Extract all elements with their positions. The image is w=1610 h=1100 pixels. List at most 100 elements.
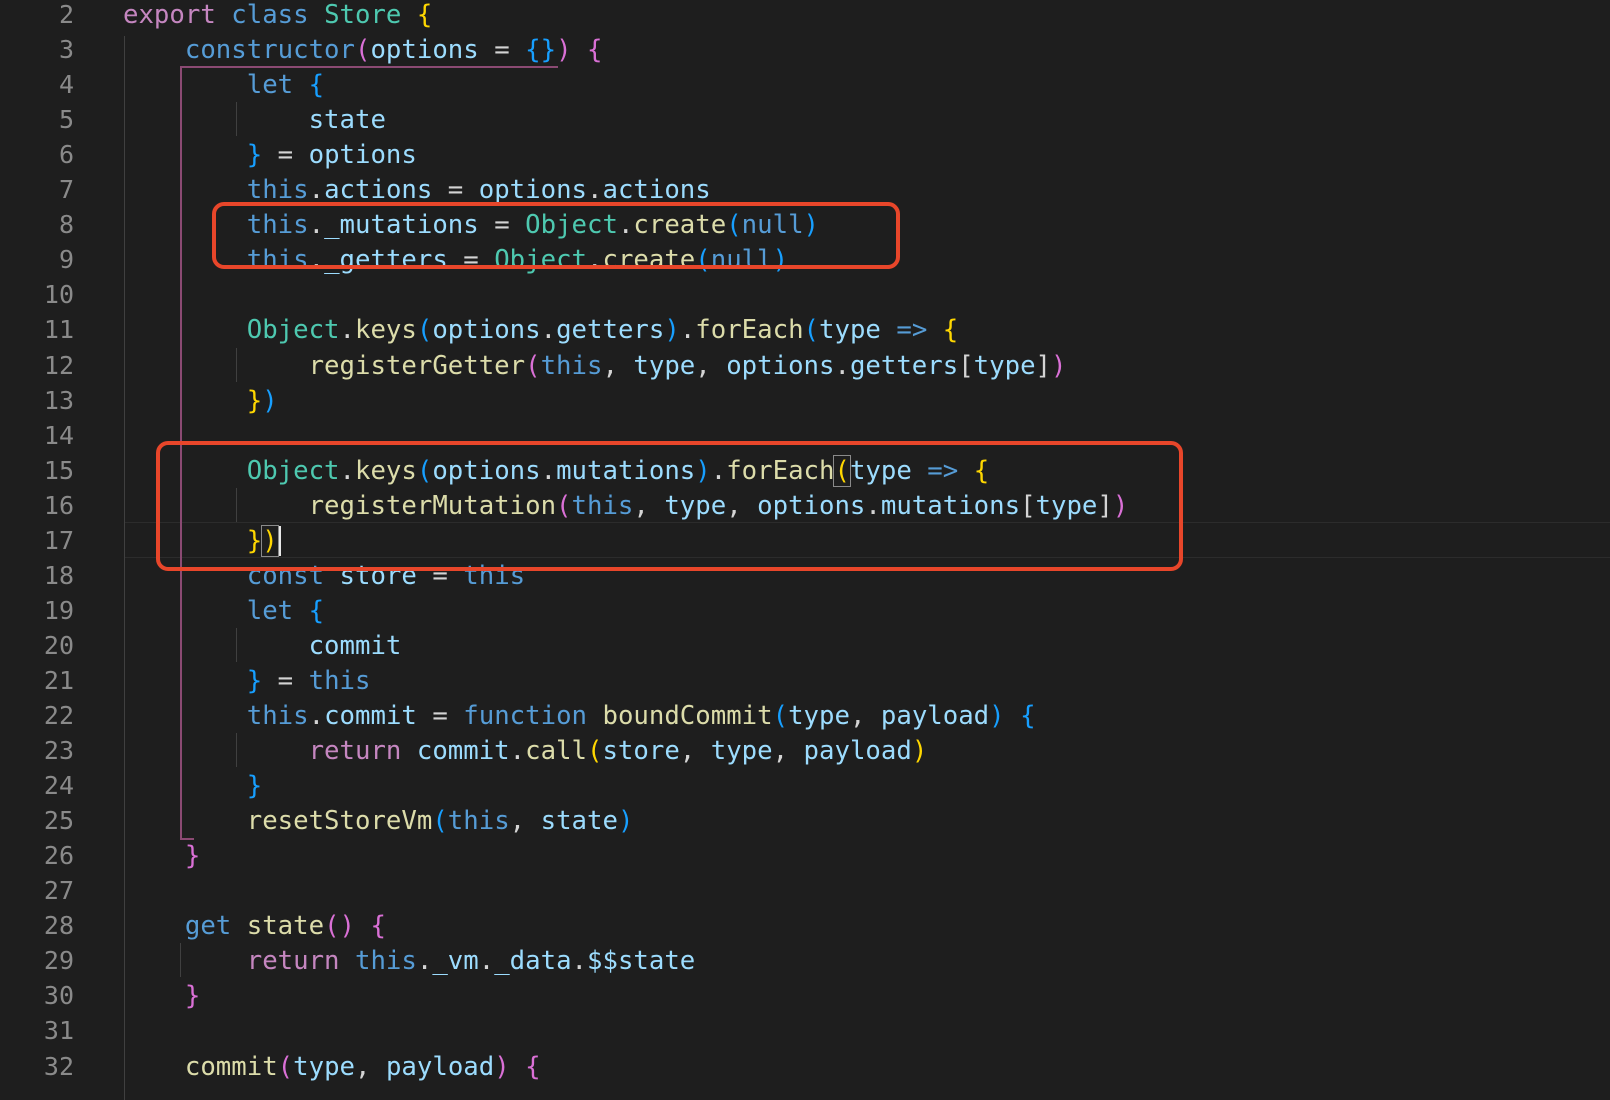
code-token: boundCommit bbox=[602, 701, 773, 731]
code-text: . bbox=[540, 315, 557, 346]
code-text: . bbox=[308, 701, 325, 731]
code-token: ( bbox=[525, 350, 541, 381]
code-line[interactable]: return commit.call(store, type, payload) bbox=[123, 733, 928, 769]
code-text: . bbox=[416, 946, 433, 977]
code-line[interactable]: constructor(options = {}) { bbox=[123, 32, 603, 68]
code-line[interactable]: let { bbox=[123, 67, 324, 103]
code-token: () bbox=[324, 911, 356, 942]
code-token: return bbox=[308, 736, 402, 767]
code-token: this bbox=[246, 701, 309, 731]
code-token: ) bbox=[262, 385, 278, 416]
code-line[interactable]: commit(type, payload) { bbox=[123, 1049, 541, 1085]
code-token: state bbox=[540, 806, 618, 837]
code-editor[interactable]: 2 3 4 5 6 7 8 9 10 11 12 13 14 15 16 17 18 19 20 21 22 23 24 25… bbox=[0, 0, 1610, 1100]
code-token: resetStoreVm bbox=[246, 806, 433, 837]
code-token: commit bbox=[324, 701, 417, 731]
code-token: ) bbox=[556, 35, 572, 66]
code-token: this bbox=[308, 665, 371, 696]
code-token: ( bbox=[772, 701, 789, 731]
code-line[interactable]: this.commit = function boundCommit(type,… bbox=[123, 698, 1036, 734]
code-line[interactable]: } bbox=[123, 838, 200, 874]
code-token: ) bbox=[617, 806, 634, 837]
code-text: , bbox=[772, 736, 804, 767]
code-text: = bbox=[432, 175, 479, 206]
code-token: let bbox=[246, 70, 294, 101]
code-token: ( bbox=[803, 315, 820, 346]
code-token: } bbox=[184, 841, 201, 872]
code-text: . bbox=[587, 175, 603, 206]
code-token: options bbox=[726, 350, 835, 381]
code-token: registerGetter bbox=[308, 350, 526, 381]
code-token: _data bbox=[494, 946, 572, 977]
code-token: options bbox=[478, 175, 588, 206]
code-token: keys bbox=[355, 315, 417, 346]
code-line[interactable]: Object.keys(options.getters).forEach(typ… bbox=[123, 312, 959, 348]
code-token: commit bbox=[184, 1051, 278, 1082]
code-text: = bbox=[262, 665, 309, 696]
code-token: state bbox=[246, 911, 325, 942]
code-token: constructor bbox=[184, 35, 355, 66]
code-text: . bbox=[571, 946, 588, 977]
code-line[interactable]: resetStoreVm(this, state) bbox=[123, 803, 634, 839]
code-token: function bbox=[463, 701, 588, 731]
code-token: ( bbox=[355, 35, 371, 66]
code-text: , bbox=[602, 350, 634, 381]
code-token: } bbox=[184, 981, 201, 1012]
code-text: , bbox=[509, 806, 541, 837]
code-token: { bbox=[370, 911, 386, 942]
code-token: type bbox=[710, 736, 773, 767]
code-token: actions bbox=[324, 175, 433, 206]
code-line[interactable]: export class Store { bbox=[123, 0, 432, 33]
code-text: = bbox=[478, 35, 526, 66]
code-line[interactable]: } = options bbox=[123, 137, 417, 173]
code-line[interactable]: let { bbox=[123, 593, 324, 629]
code-line[interactable]: }) bbox=[123, 383, 278, 419]
code-token: payload bbox=[385, 1051, 495, 1082]
code-token: {} bbox=[525, 35, 557, 66]
code-token: this bbox=[540, 350, 603, 381]
code-text: , bbox=[849, 701, 881, 731]
code-token: $$state bbox=[587, 946, 696, 977]
code-text: . bbox=[308, 175, 325, 206]
code-text: . bbox=[478, 946, 495, 977]
code-line[interactable]: } = this bbox=[123, 663, 371, 699]
code-text: = bbox=[262, 140, 309, 171]
code-token: ) bbox=[1051, 350, 1067, 381]
code-line[interactable]: } bbox=[123, 978, 200, 1014]
code-text: , bbox=[355, 1051, 386, 1082]
code-token: type bbox=[819, 315, 881, 346]
code-token: { bbox=[308, 595, 325, 626]
code-token: state bbox=[308, 105, 386, 136]
code-token: get bbox=[184, 911, 232, 942]
code-line[interactable]: state bbox=[123, 102, 386, 138]
code-line[interactable]: return this._vm._data.$$state bbox=[123, 943, 696, 979]
code-line[interactable]: commit bbox=[123, 628, 402, 664]
code-text: . bbox=[509, 736, 526, 767]
code-token: { bbox=[308, 70, 325, 101]
code-line[interactable]: get state() { bbox=[123, 908, 386, 944]
code-token: store bbox=[602, 736, 680, 767]
code-token: } bbox=[246, 385, 263, 416]
code-token: } bbox=[246, 771, 263, 802]
code-token: forEach bbox=[695, 315, 804, 346]
code-token: Object bbox=[246, 315, 340, 346]
code-line[interactable]: } bbox=[123, 768, 262, 804]
code-token: payload bbox=[880, 701, 990, 731]
code-token: class bbox=[231, 0, 309, 30]
code-token: } bbox=[246, 665, 263, 696]
code-line[interactable]: registerGetter(this, type, options.gette… bbox=[123, 348, 1067, 384]
code-token: options bbox=[432, 315, 541, 346]
